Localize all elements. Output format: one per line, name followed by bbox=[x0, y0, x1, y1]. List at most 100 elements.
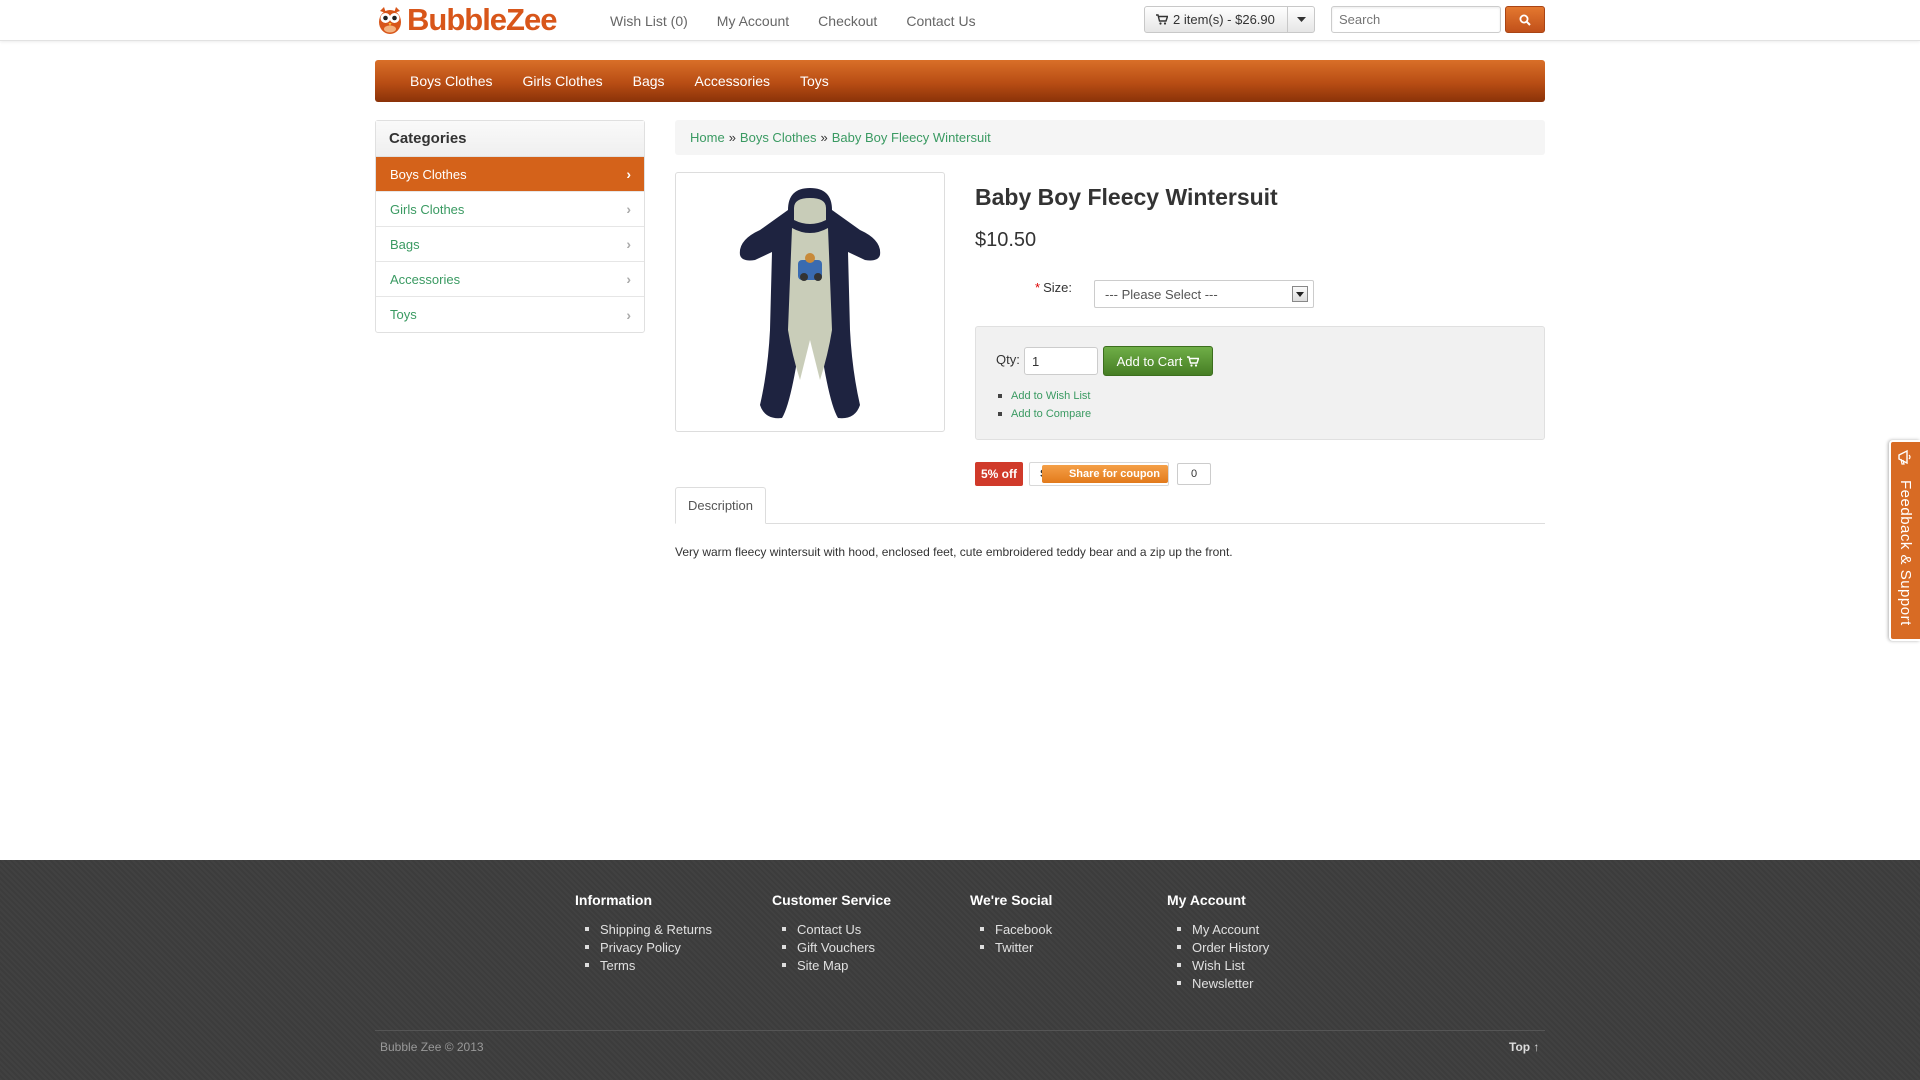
discount-badge: 5% off bbox=[975, 462, 1023, 486]
chevron-right-icon: › bbox=[626, 166, 631, 182]
footer-link-terms[interactable]: Terms bbox=[575, 956, 712, 974]
footer-link-shipping[interactable]: Shipping & Returns bbox=[575, 920, 712, 938]
breadcrumb: Home » Boys Clothes » Baby Boy Fleecy Wi… bbox=[675, 120, 1545, 155]
sidebar-item-label: Toys bbox=[390, 307, 417, 322]
cart-icon bbox=[1156, 14, 1168, 25]
breadcrumb-category[interactable]: Boys Clothes bbox=[740, 130, 817, 145]
top-bar: BubbleZee Wish List (0) My Account Check… bbox=[0, 0, 1920, 41]
qty-label: Qty: bbox=[996, 352, 1020, 367]
top-nav-my-account[interactable]: My Account bbox=[717, 13, 789, 29]
top-nav-checkout[interactable]: Checkout bbox=[818, 13, 877, 29]
sidebar-title: Categories bbox=[376, 121, 644, 157]
cart-summary-text: 2 item(s) - $26.90 bbox=[1173, 12, 1275, 27]
footer-heading: Information bbox=[575, 892, 652, 908]
search-icon bbox=[1519, 14, 1531, 26]
footer-column-customer-service: Customer Service Contact Us Gift Voucher… bbox=[772, 892, 891, 974]
footer-column-information: Information Shipping & Returns Privacy P… bbox=[575, 892, 712, 974]
add-to-wishlist-link[interactable]: Add to Wish List bbox=[1011, 390, 1090, 402]
size-select[interactable]: --- Please Select --- bbox=[1094, 280, 1314, 308]
sidebar-item-toys[interactable]: Toys › bbox=[376, 297, 644, 332]
logo[interactable]: BubbleZee bbox=[375, 2, 557, 37]
search-button[interactable] bbox=[1505, 6, 1545, 33]
megaphone-icon bbox=[1898, 449, 1911, 465]
top-nav-contact[interactable]: Contact Us bbox=[906, 13, 975, 29]
size-select-value: --- Please Select --- bbox=[1105, 286, 1218, 302]
chevron-right-icon: › bbox=[626, 236, 631, 252]
logo-text: BubbleZee bbox=[407, 2, 557, 37]
qty-input[interactable] bbox=[1024, 347, 1098, 375]
select-arrow-icon bbox=[1292, 286, 1308, 302]
size-label-row: * Size: bbox=[1035, 280, 1072, 295]
share-label: Share for coupon bbox=[1068, 468, 1160, 480]
tab-description[interactable]: Description bbox=[675, 487, 766, 524]
list-item: Add to Compare bbox=[998, 405, 1091, 423]
footer-divider bbox=[375, 1030, 1545, 1031]
footer-link-vouchers[interactable]: Gift Vouchers bbox=[772, 938, 891, 956]
product-tabs: Description bbox=[675, 487, 1545, 524]
footer-link-newsletter[interactable]: Newsletter bbox=[1167, 974, 1269, 992]
footer-link-my-account[interactable]: My Account bbox=[1167, 920, 1269, 938]
add-to-compare-link[interactable]: Add to Compare bbox=[1011, 408, 1091, 420]
required-marker: * bbox=[1035, 280, 1041, 295]
back-to-top-link[interactable]: Top ↑ bbox=[1509, 1040, 1539, 1054]
search-input[interactable] bbox=[1331, 6, 1501, 33]
cart-dropdown-toggle[interactable] bbox=[1288, 7, 1314, 32]
breadcrumb-separator: » bbox=[728, 130, 736, 145]
menu-boys-clothes[interactable]: Boys Clothes bbox=[410, 73, 492, 89]
owl-logo-icon bbox=[379, 7, 401, 34]
sidebar-item-label: Boys Clothes bbox=[390, 166, 467, 182]
sidebar-item-label: Girls Clothes bbox=[390, 201, 465, 217]
share-for-coupon-button[interactable]: Sł Share for coupon bbox=[1029, 462, 1169, 486]
copyright: Bubble Zee © 2013 bbox=[380, 1040, 484, 1054]
menu-bags[interactable]: Bags bbox=[633, 73, 665, 89]
cart-icon bbox=[1187, 355, 1200, 367]
sidebar-item-bags[interactable]: Bags › bbox=[376, 227, 644, 262]
product-price: $10.50 bbox=[975, 229, 1037, 251]
menu-toys[interactable]: Toys bbox=[800, 73, 829, 89]
menu-girls-clothes[interactable]: Girls Clothes bbox=[522, 73, 602, 89]
footer-link-wishlist[interactable]: Wish List bbox=[1167, 956, 1269, 974]
footer-link-contact[interactable]: Contact Us bbox=[772, 920, 891, 938]
footer-column-my-account: My Account My Account Order History Wish… bbox=[1167, 892, 1269, 992]
feedback-label: Feedback & Support bbox=[1897, 480, 1914, 626]
product-description: Very warm fleecy wintersuit with hood, e… bbox=[675, 545, 1233, 559]
product-links: Add to Wish List Add to Compare bbox=[998, 387, 1091, 423]
chevron-right-icon: › bbox=[626, 271, 631, 287]
footer-link-twitter[interactable]: Twitter bbox=[970, 938, 1052, 956]
size-label: Size: bbox=[1043, 280, 1072, 295]
footer-link-facebook[interactable]: Facebook bbox=[970, 920, 1052, 938]
menu-accessories[interactable]: Accessories bbox=[695, 73, 770, 89]
footer-column-social: We're Social Facebook Twitter bbox=[970, 892, 1052, 956]
footer-heading: We're Social bbox=[970, 892, 1053, 908]
footer-link-sitemap[interactable]: Site Map bbox=[772, 956, 891, 974]
share-count: 0 bbox=[1177, 463, 1211, 485]
breadcrumb-home[interactable]: Home bbox=[690, 130, 725, 145]
top-nav-wishlist[interactable]: Wish List (0) bbox=[610, 13, 688, 29]
add-to-cart-panel: Qty: Add to Cart Add to Wish List Add to… bbox=[975, 326, 1545, 440]
sidebar-item-label: Bags bbox=[390, 236, 420, 252]
sidebar-item-accessories[interactable]: Accessories › bbox=[376, 262, 644, 297]
product-title: Baby Boy Fleecy Wintersuit bbox=[975, 184, 1278, 210]
main-menu: Boys Clothes Girls Clothes Bags Accessor… bbox=[375, 60, 1545, 102]
top-nav: Wish List (0) My Account Checkout Contac… bbox=[610, 0, 1005, 41]
footer-link-order-history[interactable]: Order History bbox=[1167, 938, 1269, 956]
add-to-cart-label: Add to Cart bbox=[1116, 353, 1183, 369]
feedback-support-tab[interactable]: Feedback & Support bbox=[1889, 440, 1920, 641]
wintersuit-image bbox=[739, 187, 881, 418]
coupon-widget: 5% off Sł Share for coupon 0 bbox=[975, 462, 1211, 486]
sidebar-item-girls-clothes[interactable]: Girls Clothes › bbox=[376, 192, 644, 227]
sidebar-item-label: Accessories bbox=[390, 271, 461, 287]
breadcrumb-separator: » bbox=[820, 130, 828, 145]
add-to-cart-button[interactable]: Add to Cart bbox=[1103, 346, 1213, 376]
share-ribbon: Share for coupon bbox=[1042, 465, 1168, 483]
list-item: Add to Wish List bbox=[998, 387, 1091, 405]
categories-sidebar: Categories Boys Clothes › Girls Clothes … bbox=[375, 120, 645, 333]
sidebar-item-boys-clothes[interactable]: Boys Clothes › bbox=[376, 157, 644, 192]
chevron-right-icon: › bbox=[626, 306, 631, 323]
breadcrumb-product[interactable]: Baby Boy Fleecy Wintersuit bbox=[832, 130, 991, 145]
product-image[interactable] bbox=[675, 172, 945, 432]
footer-link-privacy[interactable]: Privacy Policy bbox=[575, 938, 712, 956]
chevron-right-icon: › bbox=[626, 201, 631, 217]
cart-button[interactable]: 2 item(s) - $26.90 bbox=[1144, 6, 1315, 33]
cart-summary[interactable]: 2 item(s) - $26.90 bbox=[1145, 7, 1288, 32]
